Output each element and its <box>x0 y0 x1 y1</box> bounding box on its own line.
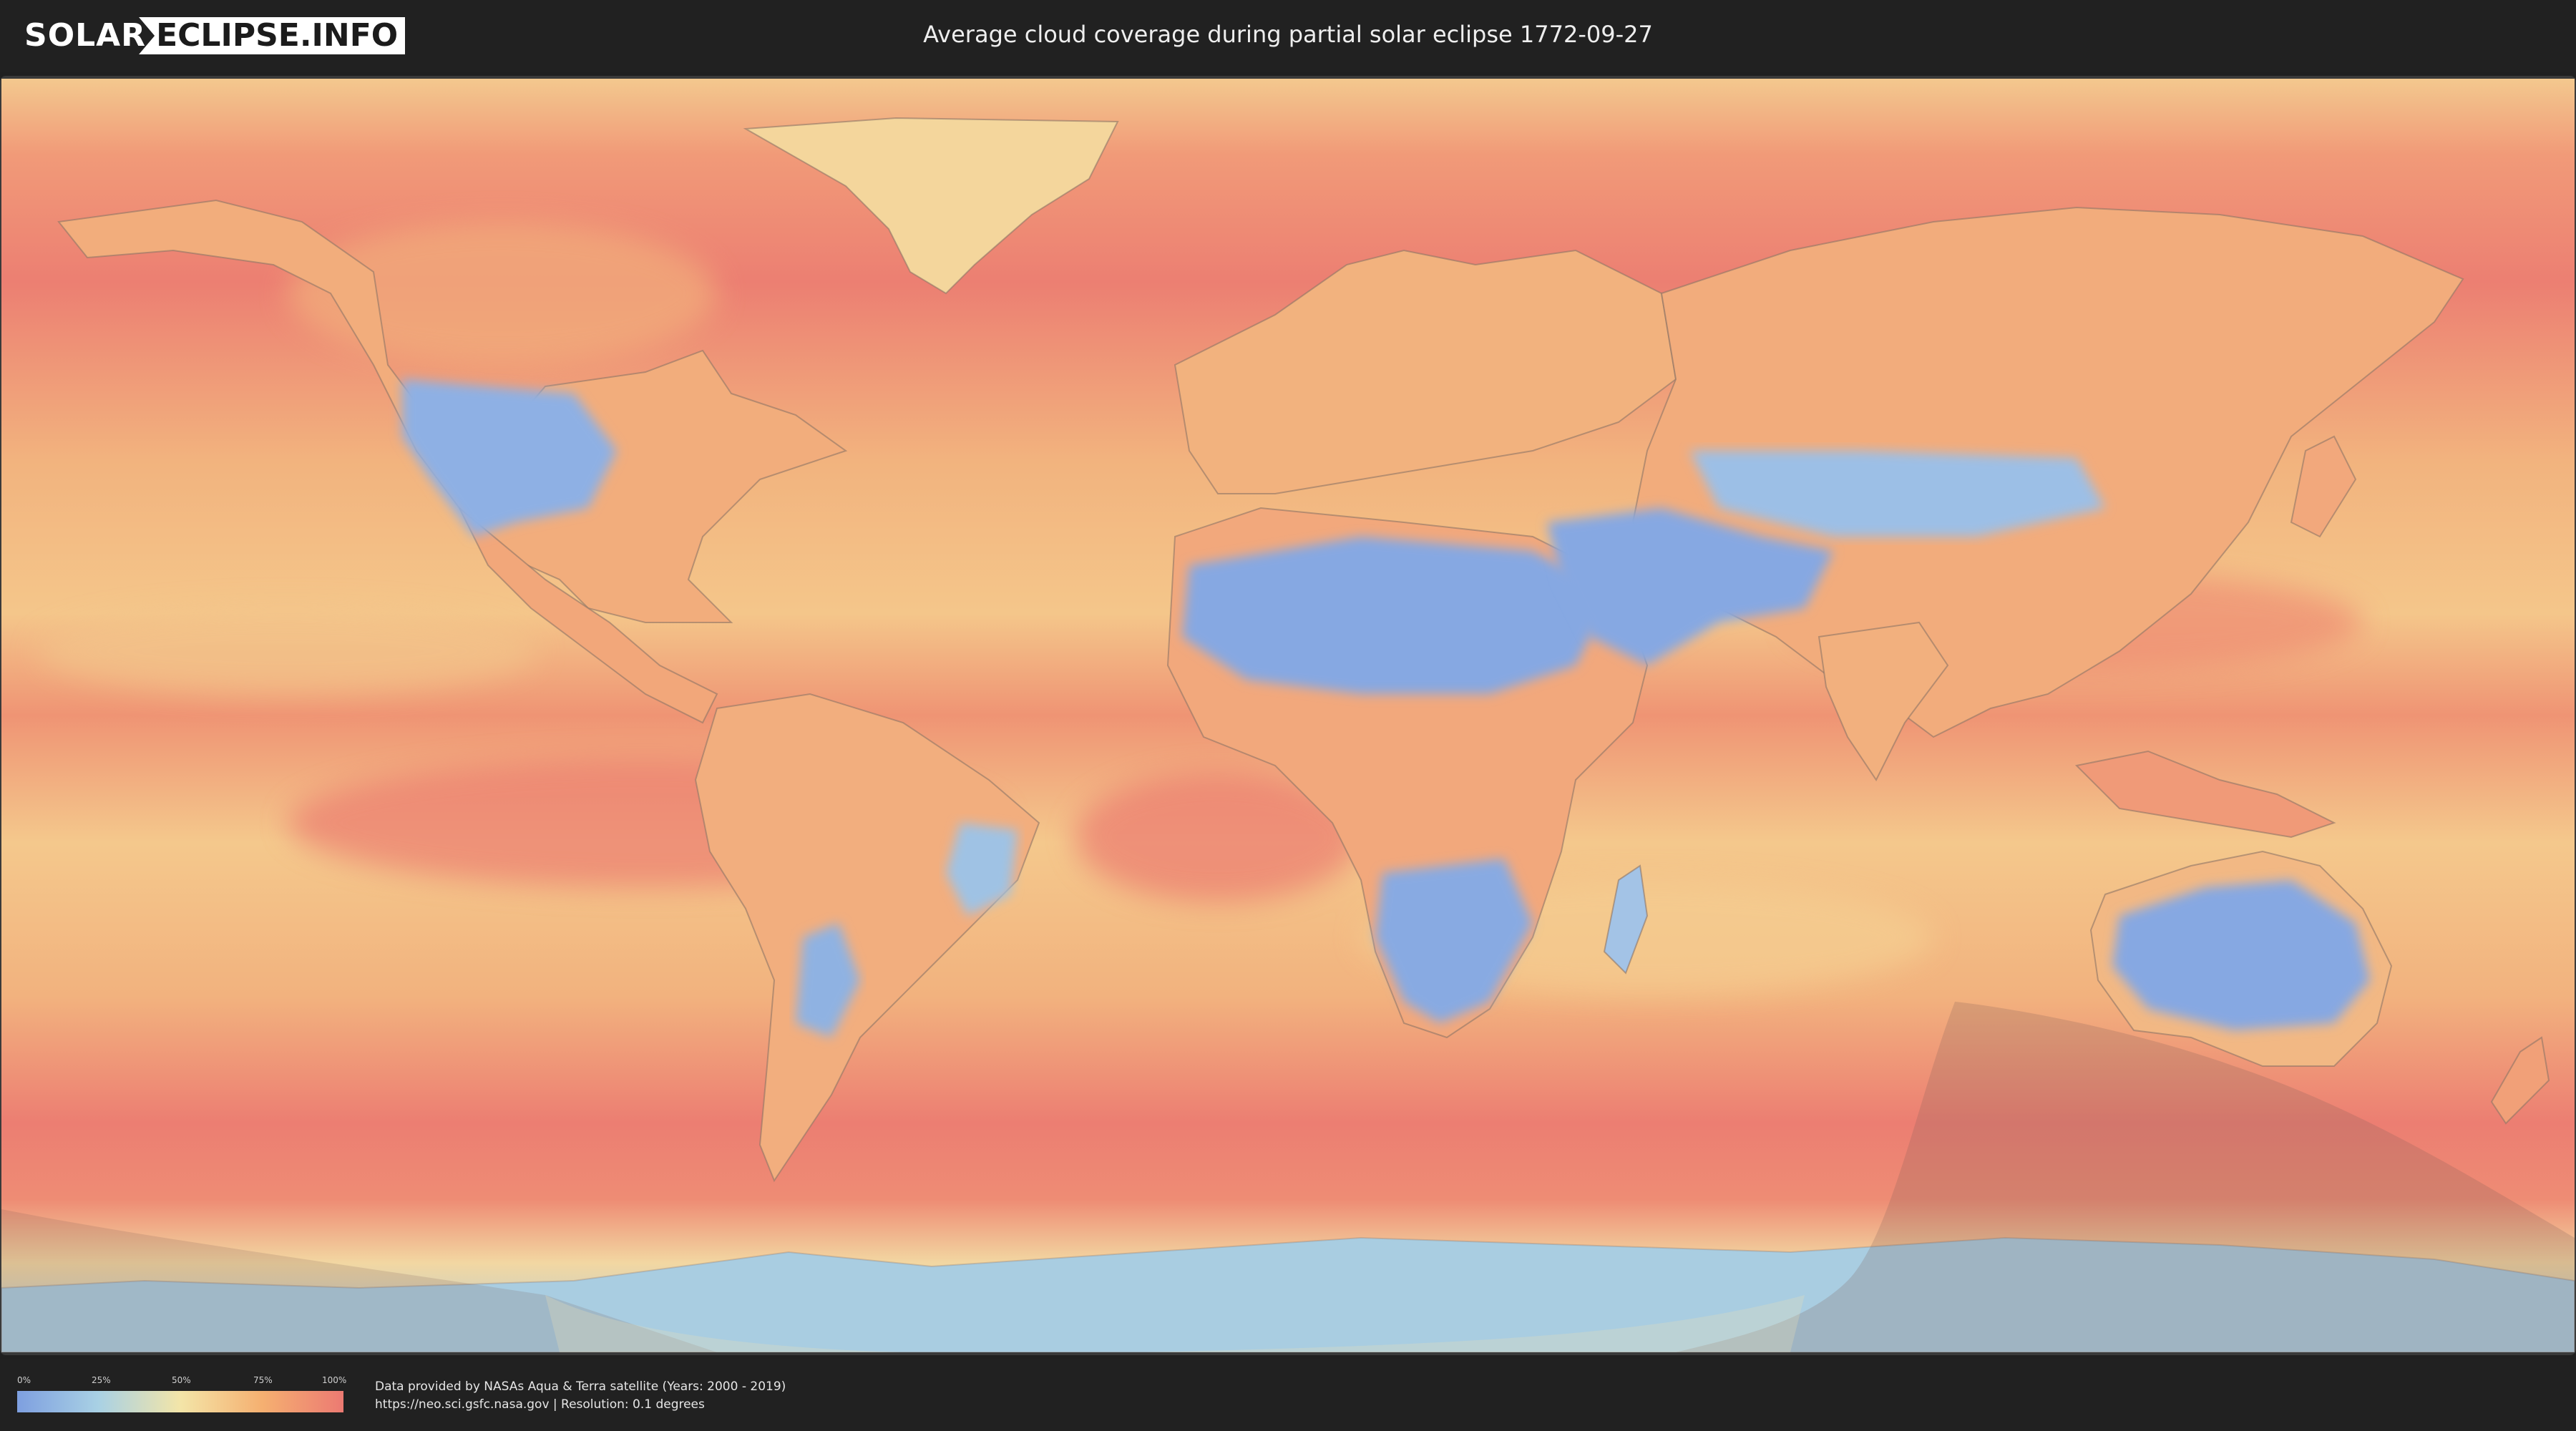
legend-tick-0: 0% <box>17 1375 31 1385</box>
data-credits: Data provided by NASAs Aqua & Terra sate… <box>375 1378 786 1414</box>
sahara-clear-area <box>1182 537 1611 694</box>
legend-gradient-bar <box>17 1391 343 1412</box>
page-title: Average cloud coverage during partial so… <box>923 21 1653 48</box>
cloud-coverage-legend: 0% 25% 50% 75% 100% <box>17 1375 347 1412</box>
cloud-coverage-map[interactable] <box>1 79 2575 1352</box>
header-bar: SOLAR ECLIPSE.INFO Average cloud coverag… <box>0 0 2576 72</box>
credit-line-1: Data provided by NASAs Aqua & Terra sate… <box>375 1379 786 1394</box>
legend-ticks: 0% 25% 50% 75% 100% <box>17 1375 347 1388</box>
legend-tick-25: 25% <box>92 1375 111 1385</box>
credit-line-2: https://neo.sci.gsfc.nasa.gov | Resoluti… <box>375 1397 705 1412</box>
legend-tick-75: 75% <box>253 1375 273 1385</box>
legend-tick-50: 50% <box>172 1375 191 1385</box>
legend-tick-100: 100% <box>322 1375 347 1385</box>
